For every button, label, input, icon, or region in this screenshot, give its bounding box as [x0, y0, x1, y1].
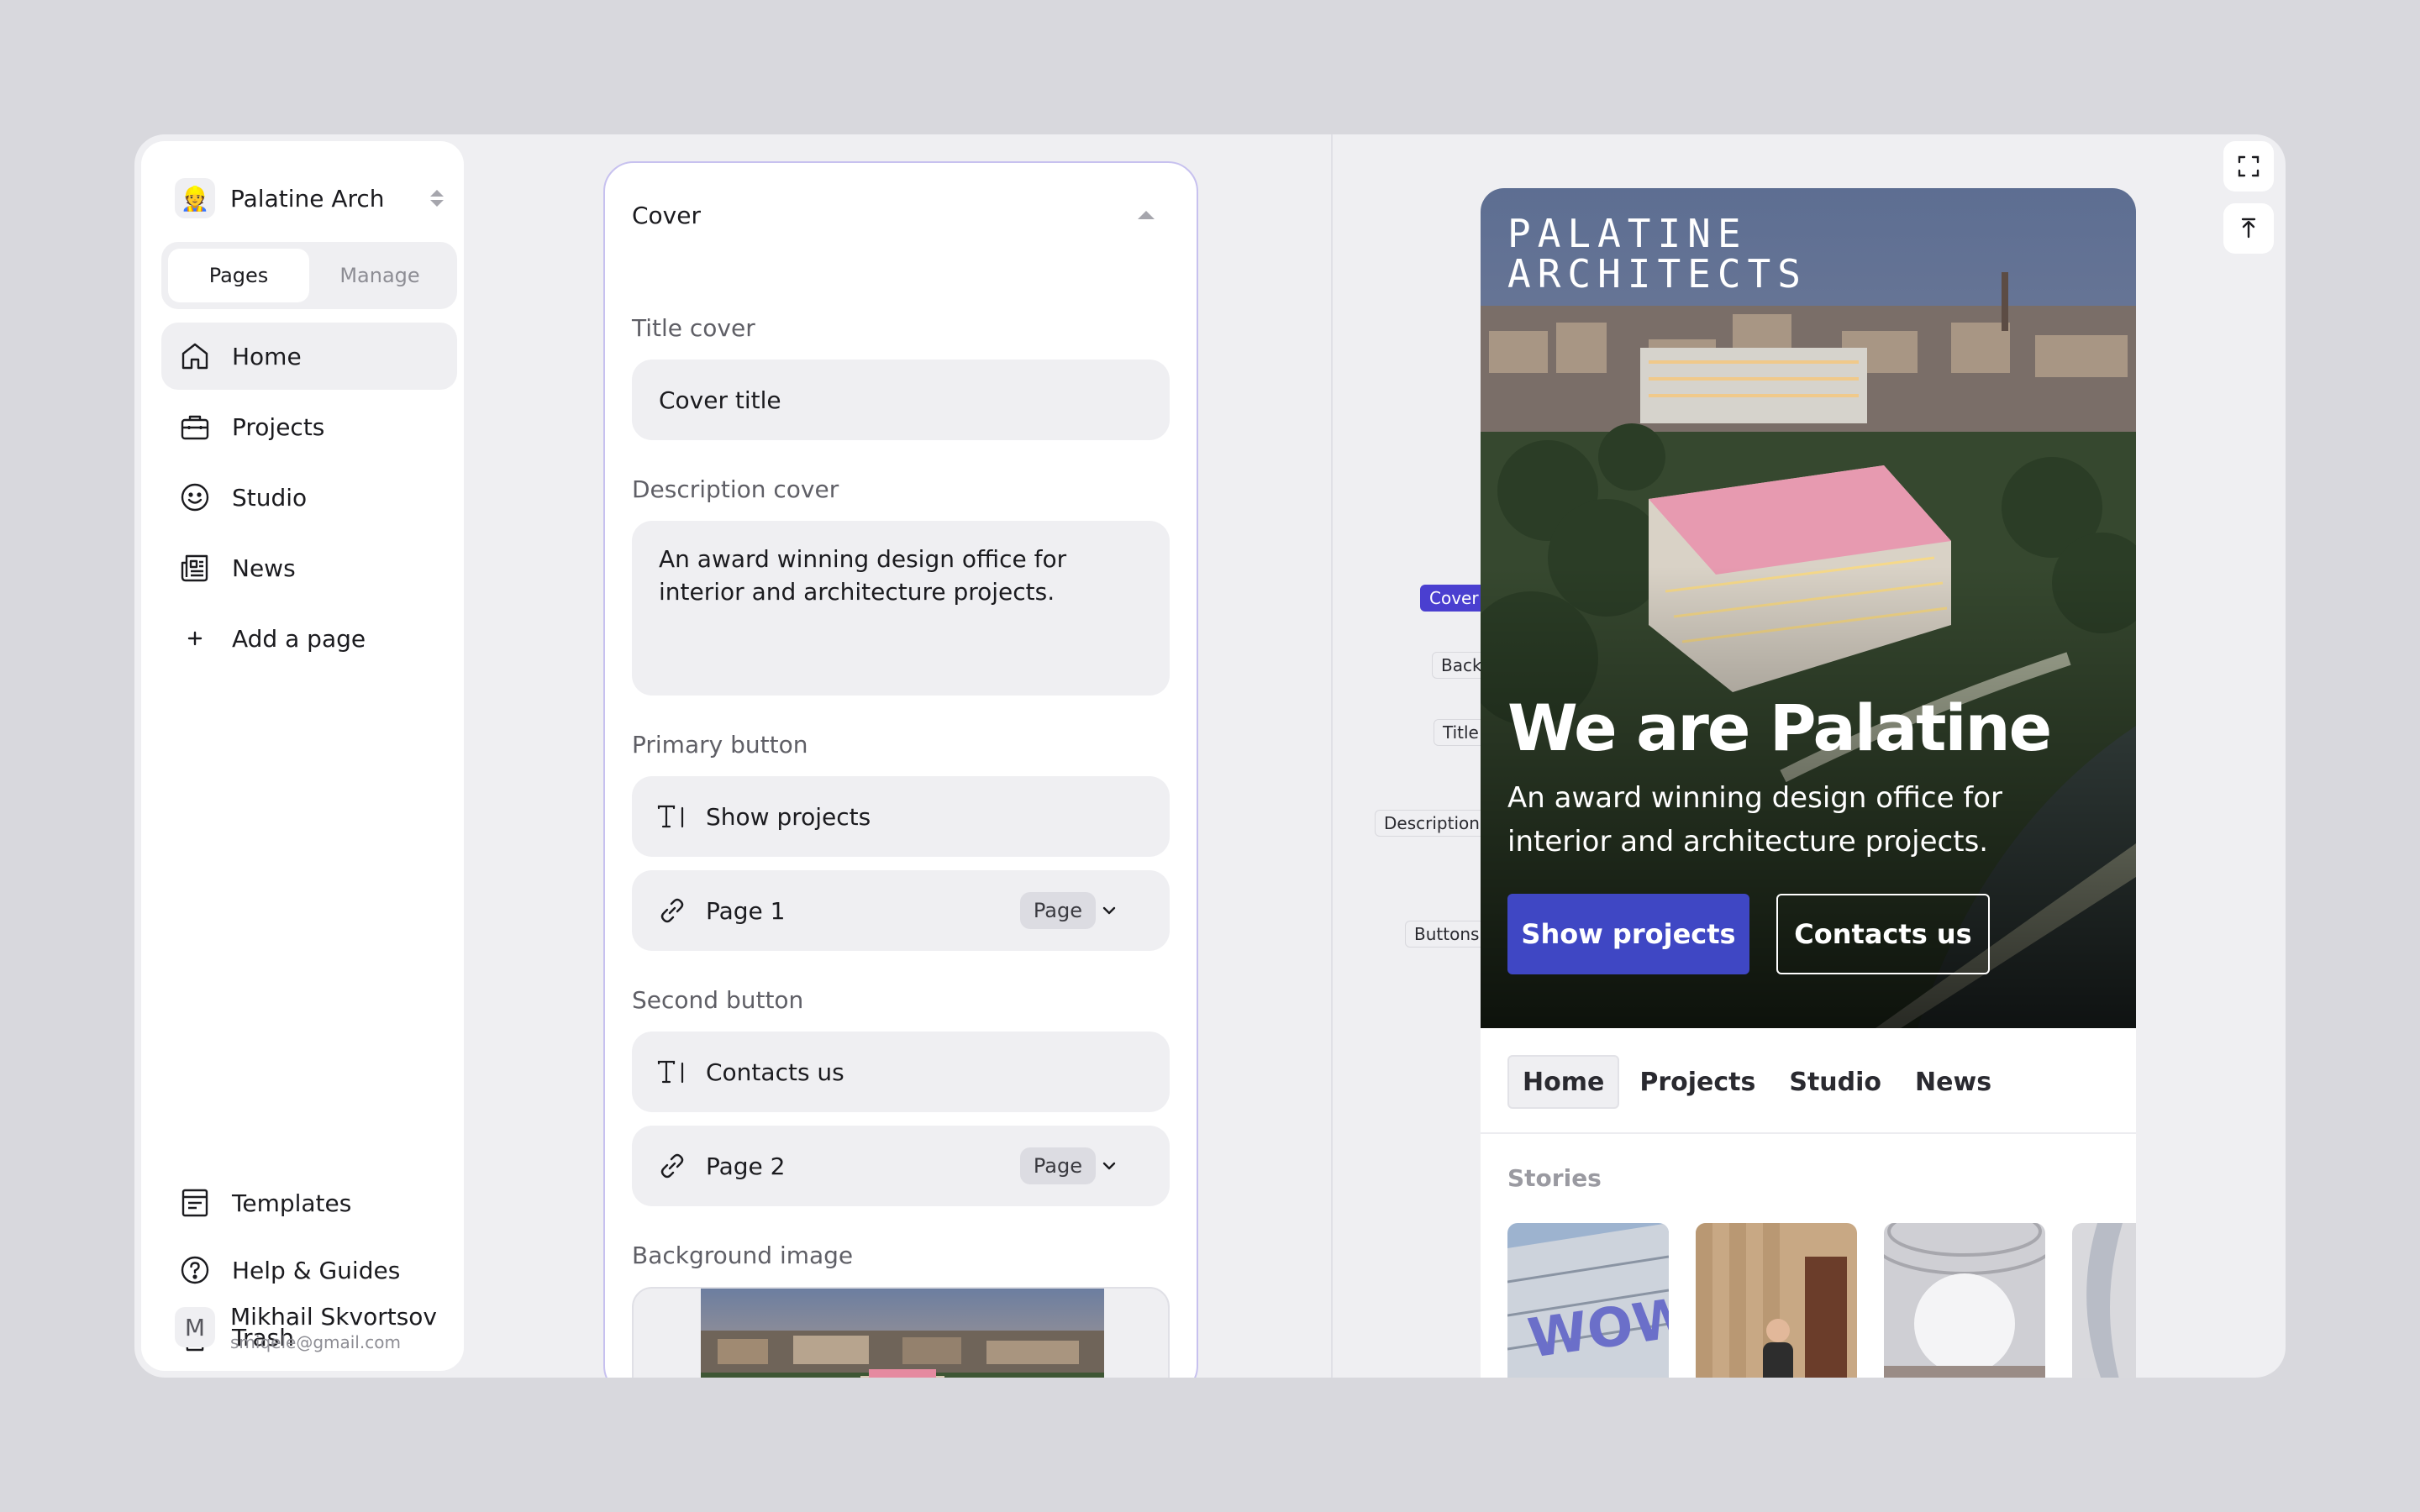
- description-cover-textarea[interactable]: An award winning design office for inter…: [632, 521, 1170, 696]
- fullscreen-icon: [2238, 155, 2260, 177]
- sidebar-item-label: Projects: [232, 412, 325, 441]
- sidebar-item-label: News: [232, 554, 296, 582]
- second-button-label: Second button: [632, 986, 804, 1014]
- section-tag-description[interactable]: Description: [1375, 810, 1489, 837]
- section-tag-cover[interactable]: Cover: [1420, 585, 1488, 612]
- add-page-button[interactable]: Add a page: [161, 605, 457, 672]
- title-cover-input[interactable]: Cover title: [632, 360, 1170, 440]
- sidebar-item-label: Studio: [232, 483, 308, 512]
- primary-button-text-input[interactable]: Show projects: [632, 776, 1170, 857]
- section-tag-buttons[interactable]: Buttons: [1405, 921, 1489, 948]
- second-button-link-select[interactable]: Page 2 Page: [632, 1126, 1170, 1206]
- avatar: M: [175, 1307, 215, 1347]
- divider: [1481, 1132, 2136, 1134]
- section-title: Cover: [632, 201, 701, 229]
- contacts-us-button[interactable]: Contacts us: [1776, 894, 1990, 974]
- hero-cover: PALATINE ARCHITECTS We are Palatine An a…: [1481, 188, 2136, 1028]
- publish-button[interactable]: [2223, 203, 2274, 254]
- story-card[interactable]: [1696, 1223, 1857, 1378]
- primary-button-link-value: Page 1: [706, 896, 786, 925]
- tab-manage[interactable]: Manage: [309, 249, 450, 302]
- brand-logo: PALATINE ARCHITECTS: [1507, 213, 1807, 294]
- help-icon: [181, 1256, 209, 1284]
- fullscreen-button[interactable]: [2223, 141, 2274, 192]
- description-cover-label: Description cover: [632, 475, 839, 503]
- workspace-name: Palatine Arch: [230, 184, 385, 213]
- site-nav-news[interactable]: News: [1902, 1055, 2005, 1109]
- user-name: Mikhail Skvortsov: [230, 1302, 437, 1331]
- sidebar-item-projects[interactable]: Projects: [161, 393, 457, 460]
- story-card[interactable]: [2072, 1223, 2136, 1378]
- template-icon: [182, 1189, 208, 1217]
- sidebar-item-label: Add a page: [232, 624, 366, 653]
- user-email: smiqele@gmail.com: [230, 1331, 401, 1352]
- sidebar-item-label: Home: [232, 342, 302, 370]
- site-nav-studio[interactable]: Studio: [1776, 1055, 1895, 1109]
- sidebar-item-home[interactable]: Home: [161, 323, 457, 390]
- background-image-picker[interactable]: [632, 1287, 1170, 1378]
- text-icon: [657, 805, 684, 828]
- home-icon: [182, 343, 208, 370]
- sidebar-item-news[interactable]: News: [161, 534, 457, 601]
- title-cover-label: Title cover: [632, 314, 755, 342]
- story-card[interactable]: WOW: [1507, 1223, 1669, 1378]
- sidebar-item-templates[interactable]: Templates: [161, 1171, 457, 1235]
- app-window: 👷 Palatine Arch Pages Manage Home Projec…: [134, 134, 2286, 1378]
- primary-button-link-select[interactable]: Page 1 Page: [632, 870, 1170, 951]
- link-icon: [660, 1153, 684, 1179]
- site-nav-home[interactable]: Home: [1507, 1055, 1620, 1109]
- briefcase-icon: [181, 415, 209, 440]
- cover-editor-panel: Cover Title cover Cover title Descriptio…: [603, 161, 1198, 1378]
- chevron-down-icon[interactable]: [1092, 894, 1126, 927]
- description-cover-value: An award winning design office for inter…: [659, 545, 1067, 606]
- primary-button-text: Show projects: [706, 802, 871, 831]
- show-projects-button[interactable]: Show projects: [1507, 894, 1749, 974]
- background-image-label: Background image: [632, 1242, 854, 1269]
- chevron-down-icon[interactable]: [1092, 1149, 1126, 1183]
- site-nav-projects[interactable]: Projects: [1626, 1055, 1769, 1109]
- link-icon: [660, 898, 684, 923]
- primary-button-label: Primary button: [632, 731, 808, 759]
- site-navigation: Home Projects Studio News: [1507, 1055, 2005, 1109]
- hero-title: We are Palatine: [1507, 690, 2052, 765]
- sidebar-tabs: Pages Manage: [161, 242, 457, 309]
- sidebar-item-help[interactable]: Help & Guides: [161, 1238, 457, 1302]
- text-icon: [657, 1060, 684, 1084]
- background-image-thumbnail: [701, 1289, 1104, 1378]
- brand-line-1: PALATINE: [1507, 211, 1748, 256]
- hero-description: An award winning design office for inter…: [1507, 781, 2003, 858]
- sidebar-item-label: Templates: [232, 1189, 352, 1217]
- collapse-icon[interactable]: [1138, 211, 1155, 219]
- page-list: Home Projects Studio News Add a page: [161, 323, 457, 675]
- chevron-updown-icon[interactable]: [427, 190, 447, 207]
- page-badge: Page: [1019, 892, 1096, 929]
- second-button-text-input[interactable]: Contacts us: [632, 1032, 1170, 1112]
- plus-icon: [187, 631, 203, 646]
- second-button-link-value: Page 2: [706, 1152, 786, 1180]
- site-preview: PALATINE ARCHITECTS We are Palatine An a…: [1481, 188, 2136, 1378]
- panel-divider: [1331, 134, 1333, 1378]
- sidebar: 👷 Palatine Arch Pages Manage Home Projec…: [141, 141, 464, 1371]
- workspace-logo: 👷: [175, 178, 215, 218]
- upload-icon: [2241, 218, 2256, 239]
- user-profile[interactable]: M Mikhail Skvortsov smiqele@gmail.com: [175, 1297, 452, 1357]
- section-header[interactable]: Cover: [632, 197, 1170, 234]
- tab-pages[interactable]: Pages: [168, 249, 309, 302]
- title-cover-value: Cover title: [659, 386, 781, 414]
- workspace-switcher[interactable]: 👷 Palatine Arch: [175, 175, 447, 222]
- sidebar-item-label: Help & Guides: [232, 1256, 401, 1284]
- stories-heading: Stories: [1507, 1164, 1602, 1192]
- story-card[interactable]: [1884, 1223, 2045, 1378]
- brand-line-2: ARCHITECTS: [1507, 251, 1807, 297]
- smile-icon: [181, 483, 209, 512]
- sidebar-item-studio[interactable]: Studio: [161, 464, 457, 531]
- page-badge: Page: [1019, 1147, 1096, 1184]
- second-button-text: Contacts us: [706, 1058, 844, 1086]
- newspaper-icon: [181, 554, 208, 582]
